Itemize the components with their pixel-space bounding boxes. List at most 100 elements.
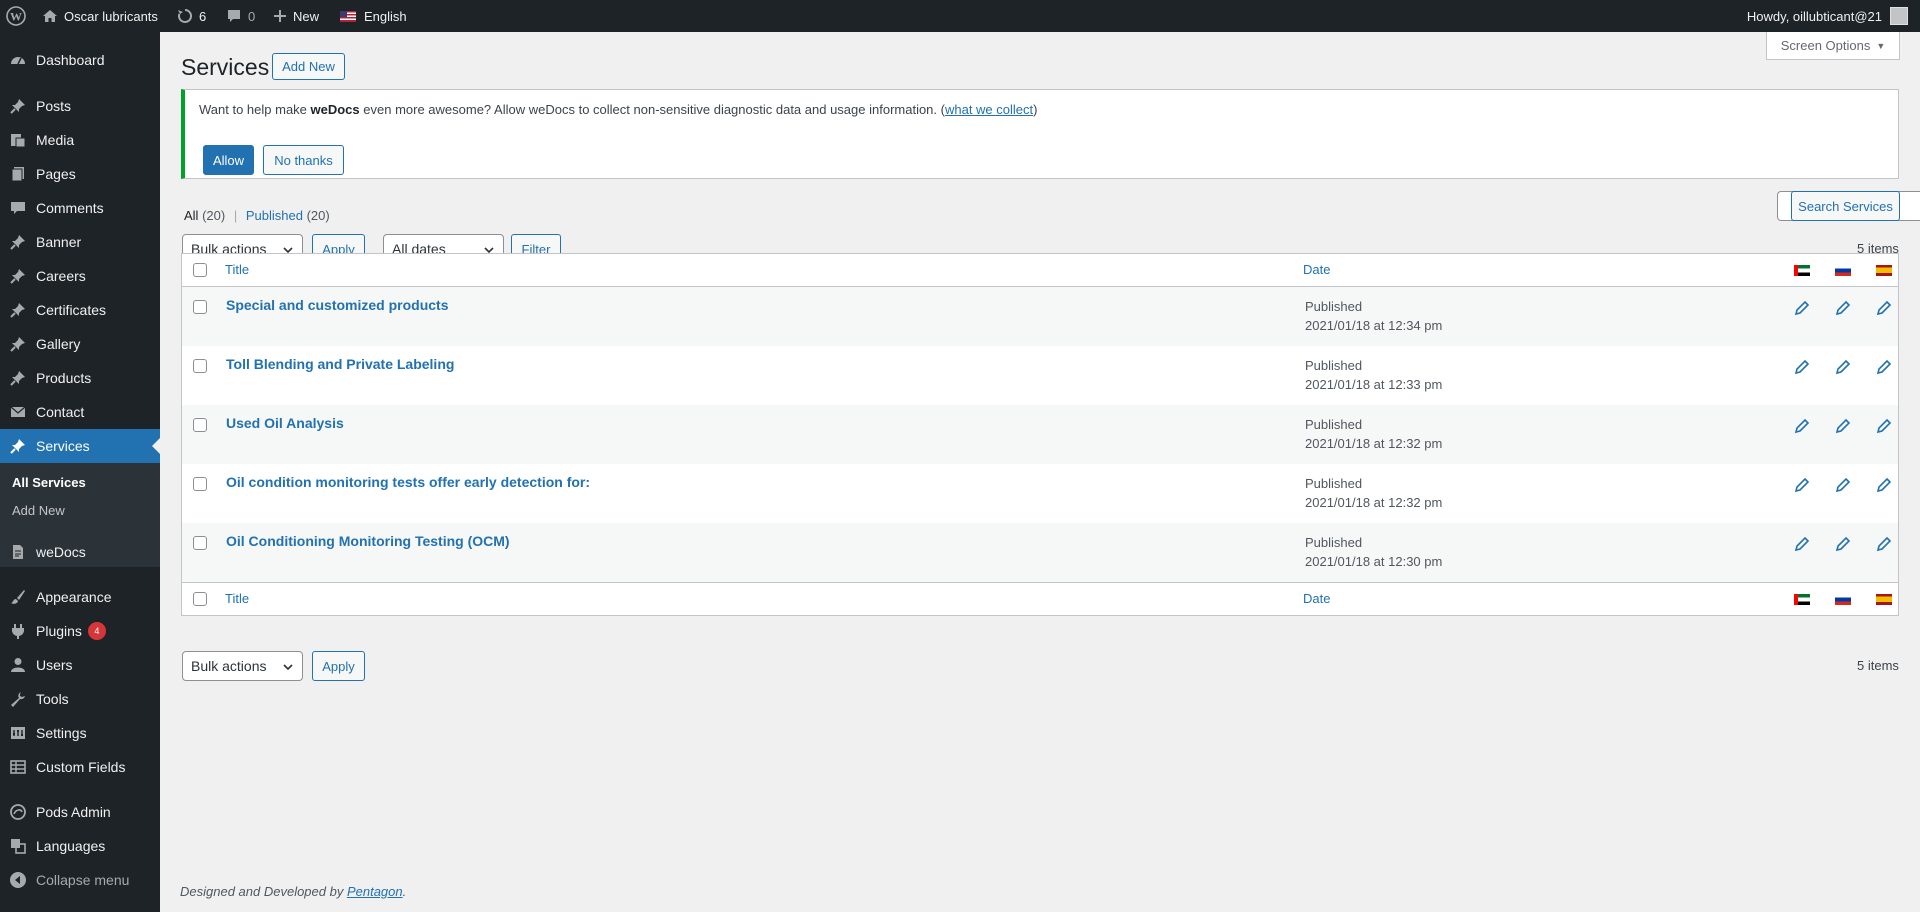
- sidebar-item-dashboard[interactable]: Dashboard: [0, 43, 160, 77]
- sidebar-item-settings[interactable]: Settings: [0, 716, 160, 750]
- select-all-checkbox[interactable]: [193, 263, 207, 277]
- edit-pencil-icon[interactable]: [1876, 300, 1892, 316]
- sidebar-item-media[interactable]: Media: [0, 123, 160, 157]
- site-name-link[interactable]: Oscar lubricants: [42, 0, 158, 32]
- column-title-header[interactable]: Title: [225, 262, 249, 277]
- edit-pencil-icon[interactable]: [1876, 536, 1892, 552]
- apply-button-bottom[interactable]: Apply: [312, 651, 365, 681]
- filter-published[interactable]: Published (20): [246, 208, 330, 223]
- submenu-add-new[interactable]: Add New: [12, 503, 65, 518]
- edit-pencil-icon[interactable]: [1794, 477, 1810, 493]
- sidebar-item-label: Pods Admin: [36, 804, 111, 820]
- allow-button[interactable]: Allow: [203, 145, 254, 175]
- sidebar-item-wedocs[interactable]: weDocs: [0, 535, 160, 569]
- row-checkbox[interactable]: [193, 536, 207, 550]
- sidebar-item-tools[interactable]: Tools: [0, 682, 160, 716]
- sidebar-item-custom-fields[interactable]: Custom Fields: [0, 750, 160, 784]
- sidebar-item-certificates[interactable]: Certificates: [0, 293, 160, 327]
- sidebar-item-services[interactable]: Services: [0, 429, 160, 463]
- services-table: Title Date Special and customized produc…: [181, 253, 1899, 616]
- sidebar-item-label: Pages: [36, 166, 76, 182]
- row-title-link[interactable]: Oil condition monitoring tests offer ear…: [226, 474, 590, 490]
- footer-credit-link[interactable]: Pentagon: [347, 884, 403, 899]
- filter-all[interactable]: All (20): [184, 208, 225, 223]
- sidebar-item-gallery[interactable]: Gallery: [0, 327, 160, 361]
- sidebar-item-plugins[interactable]: Plugins 4: [0, 614, 160, 648]
- row-checkbox[interactable]: [193, 418, 207, 432]
- row-title-link[interactable]: Special and customized products: [226, 297, 449, 313]
- column-date-footer[interactable]: Date: [1303, 591, 1330, 606]
- row-title-link[interactable]: Used Oil Analysis: [226, 415, 344, 431]
- bulk-actions-value: Bulk actions: [191, 658, 267, 674]
- search-services-button[interactable]: Search Services: [1791, 191, 1900, 221]
- edit-pencil-icon[interactable]: [1876, 359, 1892, 375]
- dashboard-icon: [0, 51, 36, 69]
- sidebar-item-contact[interactable]: Contact: [0, 395, 160, 429]
- row-checkbox[interactable]: [193, 477, 207, 491]
- no-thanks-button[interactable]: No thanks: [263, 145, 344, 175]
- sidebar-item-comments[interactable]: Comments: [0, 191, 160, 225]
- edit-pencil-icon[interactable]: [1876, 477, 1892, 493]
- account-menu[interactable]: Howdy, oillubticant@21: [1747, 0, 1908, 32]
- edit-pencil-icon[interactable]: [1794, 359, 1810, 375]
- wordpress-logo-icon[interactable]: W: [6, 0, 26, 32]
- row-checkbox[interactable]: [193, 359, 207, 373]
- what-we-collect-link[interactable]: what we collect: [945, 102, 1033, 117]
- notice-text-end: ): [1033, 102, 1038, 117]
- new-content-link[interactable]: New: [273, 0, 319, 32]
- sidebar-item-label: Gallery: [36, 336, 81, 352]
- sidebar-item-languages[interactable]: Languages: [0, 829, 160, 863]
- sidebar-item-label: Languages: [36, 838, 106, 854]
- sidebar-item-posts[interactable]: Posts: [0, 89, 160, 123]
- select-all-checkbox-bottom[interactable]: [193, 592, 207, 606]
- comments-link[interactable]: 0: [226, 0, 255, 32]
- row-title-link[interactable]: Oil Conditioning Monitoring Testing (OCM…: [226, 533, 510, 549]
- row-title-link[interactable]: Toll Blending and Private Labeling: [226, 356, 454, 372]
- us-flag-icon: [340, 10, 356, 22]
- sidebar-item-users[interactable]: Users: [0, 648, 160, 682]
- row-status: Published: [1305, 417, 1363, 432]
- spanish-flag-icon: [1876, 265, 1892, 276]
- edit-pencil-icon[interactable]: [1835, 418, 1851, 434]
- language-switcher[interactable]: English: [340, 0, 407, 32]
- filter-all-count: (20): [202, 208, 226, 223]
- sidebar-item-products[interactable]: Products: [0, 361, 160, 395]
- howdy-text: Howdy, oillubticant@21: [1746, 8, 1882, 24]
- edit-pencil-icon[interactable]: [1835, 477, 1851, 493]
- arabic-flag-icon: [1794, 265, 1810, 276]
- column-title-footer[interactable]: Title: [225, 591, 249, 606]
- collapse-icon: [0, 871, 36, 889]
- edit-pencil-icon[interactable]: [1835, 300, 1851, 316]
- submenu-all-services[interactable]: All Services: [12, 475, 86, 490]
- edit-pencil-icon[interactable]: [1794, 300, 1810, 316]
- media-icon: [0, 131, 36, 149]
- admin-bar: W Oscar lubricants 6 0 New English Howdy…: [0, 0, 1920, 32]
- footer-text: Designed and Developed by: [180, 884, 347, 899]
- sidebar-item-banner[interactable]: Banner: [0, 225, 160, 259]
- edit-pencil-icon[interactable]: [1835, 536, 1851, 552]
- sidebar-item-label: Posts: [36, 98, 72, 114]
- comment-bubble-icon: [226, 8, 242, 24]
- sidebar-item-label: Plugins: [36, 623, 82, 639]
- sidebar-item-appearance[interactable]: Appearance: [0, 580, 160, 614]
- avatar: [1890, 7, 1908, 25]
- edit-pencil-icon[interactable]: [1876, 418, 1892, 434]
- bulk-actions-select-bottom[interactable]: Bulk actions: [182, 651, 303, 681]
- screen-options-button[interactable]: Screen Options ▼: [1766, 32, 1900, 60]
- row-date: 2021/01/18 at 12:32 pm: [1305, 495, 1443, 510]
- row-checkbox[interactable]: [193, 300, 207, 314]
- row-date: 2021/01/18 at 12:33 pm: [1305, 377, 1443, 392]
- add-new-button[interactable]: Add New: [272, 53, 345, 80]
- sidebar-item-pages[interactable]: Pages: [0, 157, 160, 191]
- collapse-menu-button[interactable]: Collapse menu: [0, 863, 160, 897]
- sidebar-item-label: Appearance: [36, 589, 112, 605]
- edit-pencil-icon[interactable]: [1794, 418, 1810, 434]
- sidebar-item-pods-admin[interactable]: Pods Admin: [0, 795, 160, 829]
- home-icon: [42, 8, 58, 24]
- sidebar-item-label: Tools: [36, 691, 69, 707]
- edit-pencil-icon[interactable]: [1794, 536, 1810, 552]
- updates-link[interactable]: 6: [177, 0, 206, 32]
- column-date-header[interactable]: Date: [1303, 262, 1330, 277]
- sidebar-item-careers[interactable]: Careers: [0, 259, 160, 293]
- edit-pencil-icon[interactable]: [1835, 359, 1851, 375]
